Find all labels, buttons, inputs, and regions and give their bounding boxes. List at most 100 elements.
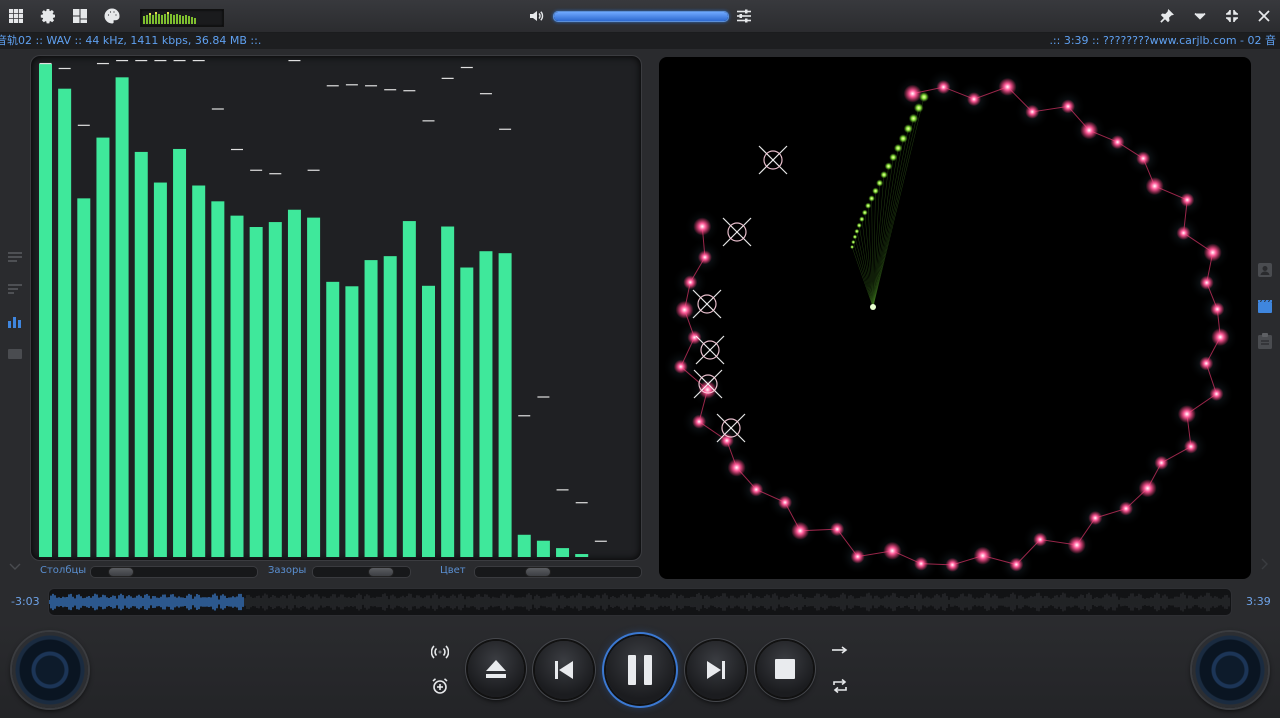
- viz-sparkle: [722, 217, 752, 247]
- viz-dot: [1033, 532, 1048, 547]
- repeat-icon[interactable]: [829, 675, 851, 697]
- gaps-slider[interactable]: [312, 566, 411, 578]
- previous-button[interactable]: [535, 641, 593, 699]
- viz-tail-dot: [859, 216, 865, 222]
- spectrum-bar: [153, 182, 167, 557]
- top-toolbar: [0, 0, 1280, 33]
- settings-gear-icon[interactable]: [36, 4, 60, 28]
- viz-dot: [1154, 455, 1169, 470]
- playlist-icon[interactable]: [6, 248, 24, 266]
- bars-slider[interactable]: [90, 566, 258, 578]
- viz-dot: [998, 77, 1017, 96]
- viz-dot: [697, 250, 712, 265]
- viz-dot: [850, 549, 865, 564]
- pin-icon[interactable]: [1155, 4, 1179, 28]
- viz-tail-dot: [868, 195, 875, 202]
- spectrum-bar: [460, 267, 474, 557]
- video-icon[interactable]: [6, 345, 24, 363]
- spectrum-bar: [287, 209, 301, 557]
- spectrum-peak-marker: [39, 62, 52, 65]
- chevron-right-small-icon[interactable]: [1256, 555, 1274, 573]
- seek-waveform[interactable]: [48, 588, 1232, 616]
- viz-tail-dot: [854, 228, 860, 234]
- layout-windows-icon[interactable]: [68, 4, 92, 28]
- viz-dot: [945, 557, 960, 572]
- spectrum-peak-marker: [441, 77, 454, 79]
- queue-icon[interactable]: [6, 280, 24, 298]
- spectrum-peak-marker: [594, 540, 607, 542]
- spectrum-peak-marker: [460, 66, 473, 69]
- viz-sparkle: [758, 145, 788, 175]
- video-clip-icon[interactable]: [1256, 297, 1274, 315]
- chevron-down-small-icon[interactable]: [6, 558, 24, 576]
- next-button[interactable]: [687, 641, 745, 699]
- total-time: 3:39: [1246, 595, 1271, 608]
- gaps-slider-thumb[interactable]: [368, 567, 395, 577]
- spectrum-bar: [307, 217, 321, 557]
- color-slider[interactable]: [474, 566, 642, 578]
- broadcast-icon[interactable]: [429, 641, 451, 663]
- clipboard-icon[interactable]: [1256, 332, 1274, 350]
- viz-tail-dot: [856, 222, 862, 229]
- spectrum-bar: [498, 253, 512, 557]
- viz-tail-lines: [851, 96, 925, 308]
- viz-tail-dot: [884, 162, 893, 171]
- apps-grid-icon[interactable]: [4, 4, 28, 28]
- compact-mode-icon[interactable]: [1220, 4, 1244, 28]
- spectrum-bar: [77, 198, 91, 557]
- spectrum-bar: [556, 548, 570, 557]
- viz-dot: [883, 541, 902, 560]
- pause-button[interactable]: [606, 636, 674, 704]
- alarm-clock-icon[interactable]: [429, 675, 451, 697]
- spectrum-peak-marker: [173, 59, 186, 62]
- bars-slider-thumb[interactable]: [107, 567, 134, 577]
- spectrum-peak-marker: [556, 489, 569, 491]
- close-icon[interactable]: [1252, 4, 1276, 28]
- viz-dot: [1145, 177, 1164, 196]
- spectrum-peak-marker: [479, 93, 492, 95]
- viz-dot: [830, 522, 845, 537]
- viz-center-spark: [870, 304, 876, 310]
- speaker-volume-icon[interactable]: [524, 4, 548, 28]
- viz-tail-dot: [893, 143, 903, 153]
- mini-level-meter: [140, 9, 224, 27]
- viz-dot: [1118, 501, 1133, 516]
- spectrum-peak-marker: [307, 169, 320, 171]
- equalizer-settings-icon[interactable]: [732, 4, 756, 28]
- spectrum-bar: [517, 534, 531, 557]
- viz-tail-dot: [850, 245, 855, 249]
- spectrum-peak-marker: [384, 89, 397, 91]
- spectrum-bar: [249, 227, 263, 557]
- viz-tail-dot: [898, 134, 908, 143]
- viz-tail-dot: [908, 113, 919, 124]
- viz-dot: [1080, 121, 1099, 140]
- viz-dot: [693, 217, 712, 236]
- spectrum-peak-marker: [211, 108, 224, 110]
- viz-tail-dot: [913, 103, 924, 113]
- viz-tail-dot: [865, 202, 872, 209]
- viz-dot: [966, 92, 981, 107]
- contact-icon[interactable]: [1256, 261, 1274, 279]
- eject-button[interactable]: [468, 641, 524, 697]
- pause-icon: [628, 655, 652, 685]
- palette-icon[interactable]: [100, 4, 124, 28]
- play-order-icon[interactable]: [829, 639, 851, 661]
- elapsed-time: -3:03: [11, 595, 40, 608]
- eject-icon: [486, 660, 506, 678]
- spectrum-peak-marker: [422, 120, 435, 122]
- color-slider-thumb[interactable]: [525, 567, 552, 577]
- spectrum-peak-marker: [518, 415, 531, 417]
- slider-label-gaps: Зазоры: [268, 565, 307, 576]
- spectrum-bar: [173, 148, 187, 557]
- spectrum-peak-marker: [499, 128, 512, 130]
- viz-dot: [1211, 328, 1230, 347]
- equalizer-icon[interactable]: [6, 313, 24, 331]
- viz-dot: [973, 546, 992, 565]
- stop-button[interactable]: [757, 641, 813, 697]
- volume-slider[interactable]: [553, 11, 729, 22]
- viz-dot: [1061, 99, 1076, 114]
- chevron-down-icon[interactable]: [1188, 4, 1212, 28]
- spectrum-bar: [402, 221, 416, 557]
- right-speaker-graphic: [1192, 632, 1268, 708]
- viz-dot: [1136, 151, 1151, 166]
